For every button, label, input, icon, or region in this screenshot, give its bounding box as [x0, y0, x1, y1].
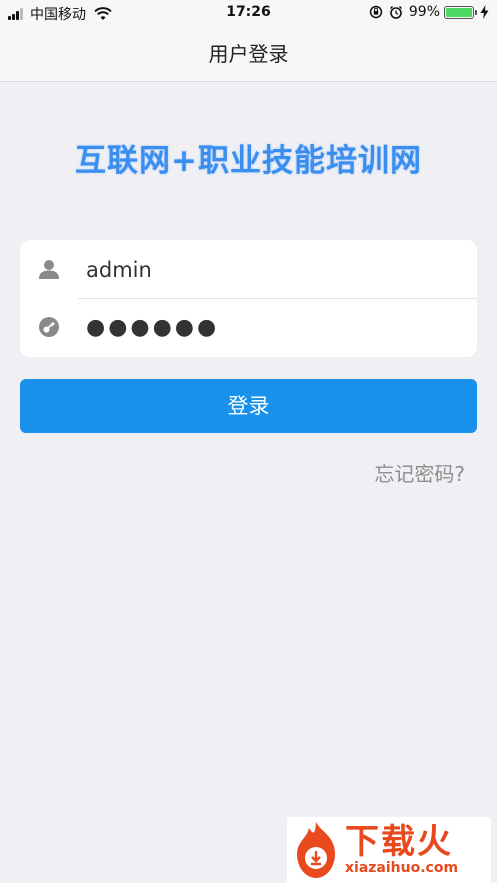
- forgot-password-link[interactable]: 忘记密码?: [374, 458, 465, 487]
- status-bar: 中国移动 17:26 99%: [0, 0, 497, 26]
- key-icon: [39, 317, 59, 337]
- watermark-en: xiazaihuo.com: [345, 860, 459, 876]
- nav-bar: 用户登录: [0, 26, 497, 82]
- login-form: ●●●●●●: [20, 240, 477, 357]
- charging-icon: [480, 5, 489, 19]
- battery-percent: 99%: [408, 4, 440, 20]
- battery-icon: [444, 5, 477, 19]
- app-title: 互联网+职业技能培训网: [75, 143, 422, 179]
- flame-logo-icon: [297, 822, 335, 878]
- user-icon: [39, 260, 59, 279]
- status-right: 99%: [369, 4, 489, 20]
- username-row: [20, 240, 477, 298]
- username-input[interactable]: [86, 250, 466, 290]
- watermark: 下载火 xiazaihuo.com: [287, 817, 491, 883]
- watermark-text: 下载火 xiazaihuo.com: [345, 824, 458, 876]
- login-button[interactable]: 登录: [20, 379, 477, 433]
- rotation-lock-icon: [369, 5, 383, 19]
- password-input[interactable]: ●●●●●●: [86, 308, 466, 348]
- alarm-icon: [389, 5, 402, 19]
- page-title: 用户登录: [208, 42, 289, 66]
- watermark-cn: 下载火: [345, 822, 453, 862]
- password-row: ●●●●●●: [20, 298, 477, 356]
